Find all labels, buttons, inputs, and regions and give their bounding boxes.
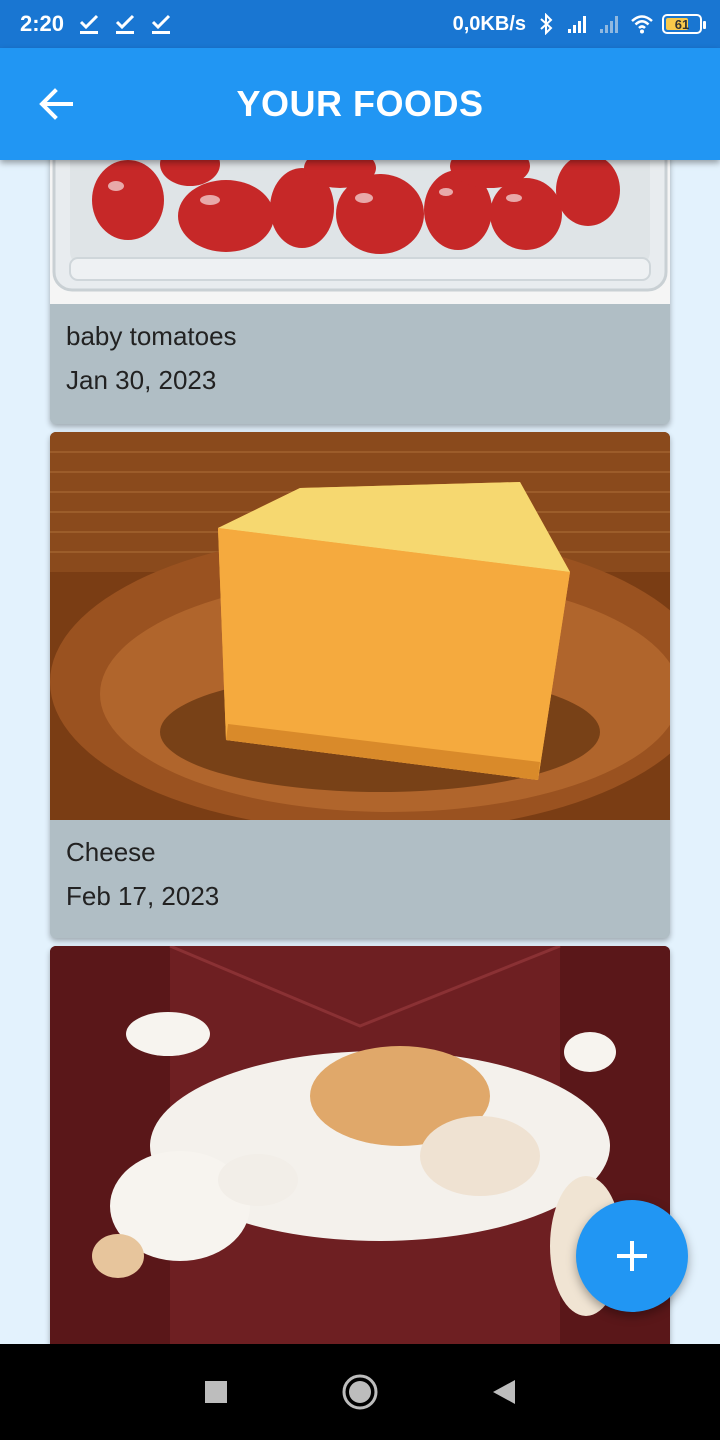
food-card-caption: baby tomatoes Jan 30, 2023 bbox=[50, 304, 670, 396]
cheese-photo bbox=[50, 432, 670, 820]
food-name: baby tomatoes bbox=[66, 321, 237, 351]
signal-icon bbox=[568, 16, 586, 33]
home-button[interactable] bbox=[336, 1368, 384, 1416]
download-check-icon bbox=[151, 14, 171, 34]
food-card-caption: Cheese Feb 17, 2023 bbox=[50, 820, 670, 912]
page-title: YOUR FOODS bbox=[236, 83, 484, 124]
food-name: Cheese bbox=[66, 837, 156, 867]
food-card[interactable]: baby tomatoes Jan 30, 2023 bbox=[50, 160, 670, 424]
status-right: 0,0KB/s 61 bbox=[452, 12, 706, 36]
recent-apps-icon bbox=[205, 1381, 227, 1403]
system-back-button[interactable] bbox=[480, 1368, 528, 1416]
status-bar: 2:20 0,0KB/s 61 bbox=[0, 0, 720, 48]
food-card[interactable] bbox=[50, 946, 670, 1344]
download-check-icon bbox=[115, 14, 135, 34]
bluetooth-icon bbox=[540, 13, 553, 35]
tomatoes-photo bbox=[50, 160, 670, 304]
plus-icon bbox=[617, 1241, 647, 1271]
download-check-icon bbox=[79, 14, 99, 34]
food-card[interactable]: Cheese Feb 17, 2023 bbox=[50, 432, 670, 938]
add-food-button[interactable] bbox=[576, 1200, 688, 1312]
food-date: Jan 30, 2023 bbox=[66, 365, 217, 395]
system-nav-bar bbox=[0, 1344, 720, 1440]
wifi-icon bbox=[631, 15, 653, 34]
back-icon bbox=[493, 1380, 515, 1404]
app-bar: YOUR FOODS bbox=[0, 48, 720, 160]
network-speed: 0,0KB/s bbox=[452, 12, 526, 35]
home-icon bbox=[342, 1374, 378, 1410]
status-time: 2:20 bbox=[20, 11, 65, 36]
recent-apps-button[interactable] bbox=[192, 1368, 240, 1416]
notification-icons bbox=[78, 13, 172, 35]
arrow-back-icon bbox=[39, 88, 73, 120]
food-date: Feb 17, 2023 bbox=[66, 881, 220, 911]
battery-icon: 61 bbox=[662, 14, 706, 34]
food-list[interactable]: baby tomatoes Jan 30, 2023 Cheese Feb 17… bbox=[0, 160, 720, 1344]
signal-icon bbox=[600, 16, 618, 33]
cat-photo bbox=[50, 946, 670, 1344]
battery-level: 61 bbox=[674, 16, 690, 32]
back-button[interactable] bbox=[32, 84, 80, 124]
